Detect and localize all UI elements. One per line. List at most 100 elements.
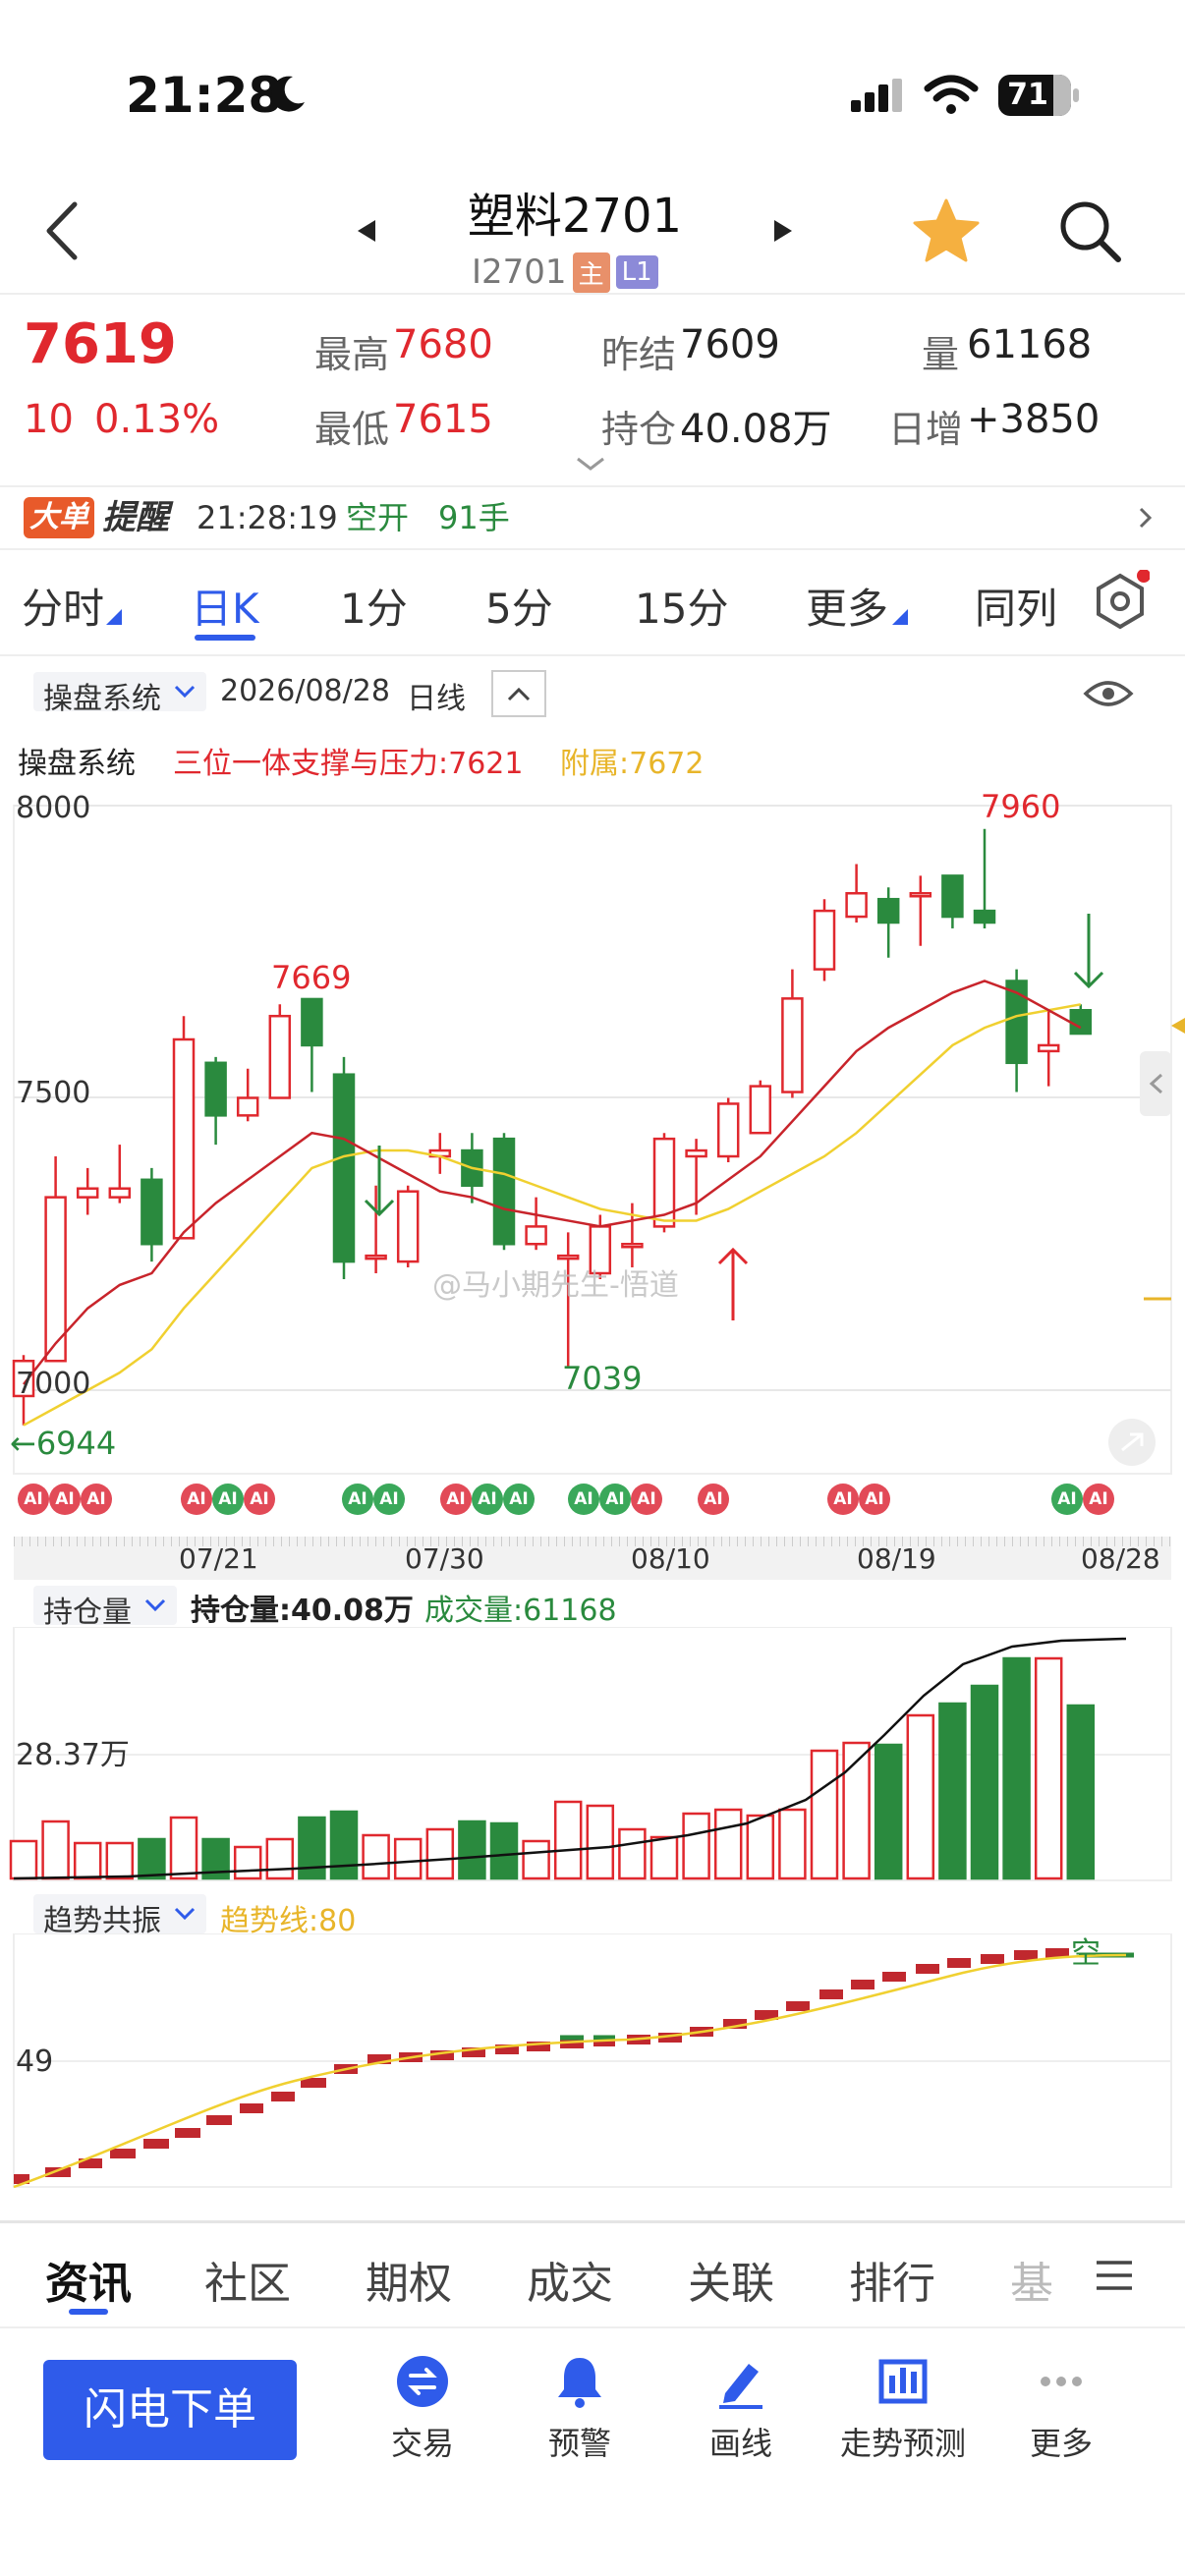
ai-badge[interactable]: AI bbox=[827, 1484, 859, 1515]
ai-badge[interactable]: AI bbox=[599, 1484, 631, 1515]
back-button[interactable] bbox=[39, 196, 88, 265]
left-low-annotation: ←6944 bbox=[10, 1425, 116, 1462]
expand-quote-chevron-icon[interactable] bbox=[574, 454, 607, 474]
trade-icon bbox=[397, 2356, 448, 2407]
tab-intraday[interactable]: 分时 bbox=[22, 576, 104, 636]
volume-bar bbox=[169, 1816, 198, 1880]
ai-badge[interactable]: AI bbox=[181, 1484, 212, 1515]
next-contract-button[interactable] bbox=[768, 216, 798, 246]
flash-order-button[interactable]: 闪电下单 bbox=[43, 2360, 297, 2460]
open-interest-chart[interactable]: 28.37万 bbox=[0, 1627, 1185, 1884]
low-label: 最低 bbox=[314, 408, 390, 451]
forecast-book-icon bbox=[878, 2359, 928, 2404]
candlestick-chart[interactable]: 8000 7500 7000 7960 7669 7039 ←6944 @马小期… bbox=[0, 776, 1185, 1484]
footer-draw[interactable]: 画线 bbox=[692, 2354, 790, 2472]
chevron-down-icon bbox=[144, 1598, 166, 1612]
tab-ranking[interactable]: 排行 bbox=[849, 2248, 935, 2311]
ai-badge[interactable]: AI bbox=[631, 1484, 662, 1515]
volume-bar bbox=[329, 1810, 359, 1880]
tab-community[interactable]: 社区 bbox=[204, 2248, 291, 2311]
main-badge: 主 bbox=[572, 252, 610, 293]
volume-bar bbox=[938, 1702, 967, 1880]
big-order-alert[interactable]: 大单 提醒 21:28:19 空开 91手 bbox=[0, 489, 1185, 546]
mid-high-annotation: 7669 bbox=[271, 959, 351, 996]
ai-badge[interactable]: AI bbox=[81, 1484, 112, 1515]
chevron-right-icon bbox=[1139, 507, 1153, 529]
footer-more[interactable]: 更多 bbox=[1012, 2354, 1110, 2472]
tab-5min[interactable]: 5分 bbox=[485, 576, 553, 636]
x-tick-0730: 07/30 bbox=[405, 1542, 484, 1575]
tab-more-dropdown-icon bbox=[892, 609, 908, 625]
volume-bar bbox=[970, 1684, 999, 1880]
tab-related[interactable]: 关联 bbox=[688, 2248, 774, 2311]
bell-icon bbox=[558, 2358, 601, 2408]
ai-badge[interactable]: AI bbox=[472, 1484, 503, 1515]
volume-bar bbox=[618, 1827, 647, 1880]
ai-badge[interactable]: AI bbox=[1083, 1484, 1114, 1515]
footer-forecast[interactable]: 走势预测 bbox=[831, 2354, 975, 2472]
ai-badge[interactable]: AI bbox=[698, 1484, 729, 1515]
volume-bar bbox=[906, 1713, 935, 1880]
candle-body bbox=[749, 1085, 772, 1135]
candle-body bbox=[685, 1148, 707, 1158]
tab-daily-k[interactable]: 日K bbox=[191, 576, 259, 636]
trend-selector[interactable]: 趋势共振 bbox=[33, 1894, 206, 1938]
volume-bar bbox=[810, 1749, 839, 1880]
eye-icon[interactable] bbox=[1083, 676, 1134, 711]
fullscreen-icon[interactable] bbox=[1108, 1419, 1156, 1466]
tab-options[interactable]: 期权 bbox=[366, 2248, 452, 2311]
collapse-toolbar-button[interactable] bbox=[491, 670, 546, 717]
tab-same-list[interactable]: 同列 bbox=[975, 576, 1057, 636]
x-tick-0721: 07/21 bbox=[179, 1542, 258, 1575]
volume-bar bbox=[362, 1833, 390, 1880]
chart-date: 2026/08/28 bbox=[220, 674, 390, 708]
settings-hexagon-icon[interactable] bbox=[1091, 569, 1151, 633]
tab-more[interactable]: 更多 bbox=[806, 576, 888, 636]
alert-quantity: 91手 bbox=[438, 499, 510, 536]
candle-body bbox=[589, 1225, 612, 1275]
price-change-pct: 0.13% bbox=[94, 397, 220, 442]
candle-body bbox=[941, 874, 964, 919]
ai-badge[interactable]: AI bbox=[568, 1484, 599, 1515]
tab-1min[interactable]: 1分 bbox=[340, 576, 408, 636]
volume-bar bbox=[874, 1743, 903, 1880]
prev-settle-value: 7609 bbox=[680, 322, 780, 367]
page-title: 塑料2701 bbox=[467, 189, 683, 244]
volume-bar bbox=[73, 1841, 102, 1880]
ai-badge[interactable]: AI bbox=[212, 1484, 244, 1515]
footer-alert[interactable]: 预警 bbox=[531, 2354, 629, 2472]
ai-badge[interactable]: AI bbox=[373, 1484, 405, 1515]
ai-badge[interactable]: AI bbox=[859, 1484, 890, 1515]
ai-badge[interactable]: AI bbox=[342, 1484, 373, 1515]
tab-trades[interactable]: 成交 bbox=[527, 2248, 613, 2311]
footer-trade[interactable]: 交易 bbox=[373, 2354, 472, 2472]
candle-body bbox=[204, 1061, 227, 1117]
menu-icon[interactable] bbox=[1095, 2258, 1134, 2293]
oi-value-label: 持仓量:40.08万 bbox=[191, 1594, 414, 1628]
side-expand-tab[interactable] bbox=[1140, 1051, 1171, 1116]
ai-badge[interactable]: AI bbox=[503, 1484, 535, 1515]
ai-badge[interactable]: AI bbox=[244, 1484, 275, 1515]
x-tick-0819: 08/19 bbox=[857, 1542, 936, 1575]
volume-bar bbox=[41, 1820, 70, 1880]
tab-news[interactable]: 资讯 bbox=[45, 2248, 132, 2311]
ai-badge[interactable]: AI bbox=[440, 1484, 472, 1515]
search-icon[interactable] bbox=[1055, 196, 1124, 265]
volume-bar bbox=[233, 1845, 262, 1880]
system-selector[interactable]: 操盘系统 bbox=[33, 672, 206, 716]
ai-badge[interactable]: AI bbox=[49, 1484, 81, 1515]
ai-badge[interactable]: AI bbox=[1051, 1484, 1083, 1515]
tab-15min[interactable]: 15分 bbox=[635, 576, 728, 636]
oi-selector[interactable]: 持仓量 bbox=[33, 1586, 177, 1630]
chart-period: 日线 bbox=[407, 682, 466, 716]
tab-fundamentals[interactable]: 基 bbox=[1010, 2248, 1053, 2311]
favorite-star-icon[interactable] bbox=[912, 196, 981, 265]
x-tick-0828: 08/28 bbox=[1081, 1542, 1160, 1575]
candle-body bbox=[845, 892, 868, 919]
trend-resonance-chart[interactable]: 49 空 bbox=[0, 1933, 1185, 2191]
prev-contract-button[interactable] bbox=[352, 216, 381, 246]
trade-volume-label: 成交量:61168 bbox=[424, 1594, 617, 1628]
date-axis[interactable]: 07/21 07/30 08/10 08/19 08/28 bbox=[14, 1537, 1171, 1580]
sell-arrow-icon bbox=[1073, 914, 1104, 989]
ai-badge[interactable]: AI bbox=[18, 1484, 49, 1515]
